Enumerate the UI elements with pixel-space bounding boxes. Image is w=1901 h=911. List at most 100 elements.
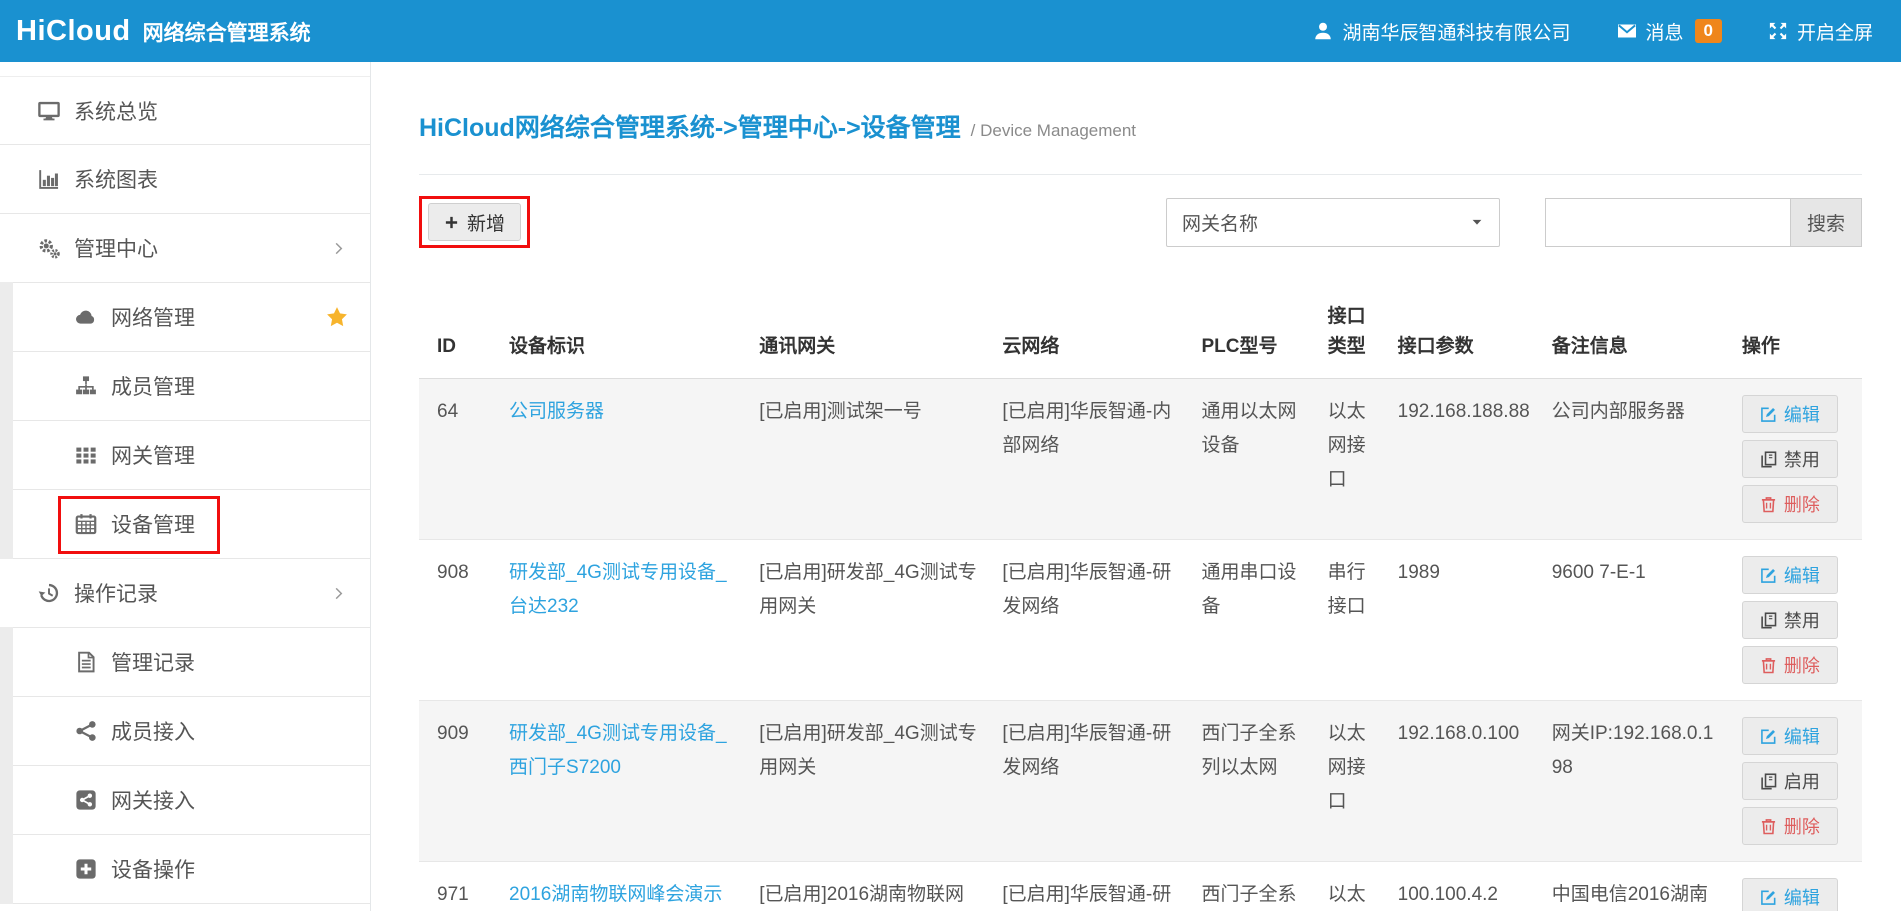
table-row: 908 研发部_4G测试专用设备_台达232 [已启用]研发部_4G测试专用网关… <box>419 540 1862 701</box>
brand-name: HiCloud <box>16 15 131 48</box>
sidebar-item-operation-records[interactable]: 操作记录 <box>0 559 370 628</box>
edit-icon <box>1760 728 1777 745</box>
add-button[interactable]: 新增 <box>428 203 521 241</box>
edit-button[interactable]: 编辑 <box>1742 717 1838 755</box>
calendar-icon <box>75 513 97 535</box>
fullscreen-toggle[interactable]: 开启全屏 <box>1768 18 1873 45</box>
sidebar-item-network-management[interactable]: 网络管理 <box>13 283 370 352</box>
envelope-icon <box>1617 21 1637 41</box>
column-header-remark: 备注信息 <box>1542 284 1732 379</box>
filter-field-select[interactable]: 网关名称 <box>1166 198 1500 247</box>
device-table: ID 设备标识 通讯网关 云网络 PLC型号 接口类型 接口参数 备注信息 操作… <box>419 284 1862 911</box>
company-name: 湖南华辰智通科技有限公司 <box>1342 18 1570 45</box>
messages-label: 消息 <box>1646 18 1684 45</box>
messages-menu[interactable]: 消息 0 <box>1617 18 1722 45</box>
desktop-icon <box>38 100 60 122</box>
device-link[interactable]: 研发部_4G测试专用设备_西门子S7200 <box>509 723 726 778</box>
edit-button[interactable]: 编辑 <box>1742 395 1838 433</box>
account-menu[interactable]: 湖南华辰智通科技有限公司 <box>1313 18 1570 45</box>
cell-remark: 网关IP:192.168.0.198 <box>1542 701 1732 862</box>
file-text-icon <box>75 651 97 673</box>
column-header-iface-params: 接口参数 <box>1388 284 1542 379</box>
cell-iface-params: 192.168.188.88 <box>1388 379 1542 540</box>
cell-id: 971 <box>419 862 499 911</box>
cell-iface-type: 以太网接口 <box>1318 862 1388 911</box>
column-header-actions: 操作 <box>1732 284 1862 379</box>
fullscreen-icon <box>1768 21 1788 41</box>
device-link[interactable]: 研发部_4G测试专用设备_台达232 <box>509 562 726 617</box>
sidebar-item-gateway-access[interactable]: 网关接入 <box>13 766 370 835</box>
plus-icon <box>444 215 459 230</box>
device-link[interactable]: 2016湖南物联网峰会演示箱 <box>509 884 722 911</box>
cell-id: 64 <box>419 379 499 540</box>
chevron-right-icon <box>331 241 346 256</box>
share-icon <box>75 720 97 742</box>
topbar: HiCloud 网络综合管理系统 湖南华辰智通科技有限公司 消息 0 开启全屏 <box>0 0 1901 62</box>
disable-button[interactable]: 禁用 <box>1742 440 1838 478</box>
brand-suffix: 网络综合管理系统 <box>143 17 311 47</box>
cell-network: [已启用]华辰智通-内部网络 <box>992 379 1191 540</box>
trash-icon <box>1760 657 1777 674</box>
column-header-network: 云网络 <box>992 284 1191 379</box>
plus-square-icon <box>75 858 97 880</box>
cell-plc: 通用以太网设备 <box>1192 379 1318 540</box>
sidebar-item-system-charts[interactable]: 系统图表 <box>0 145 370 214</box>
search-input[interactable] <box>1545 198 1790 247</box>
cell-plc: 西门子全系列以太网 <box>1192 701 1318 862</box>
cell-plc: 西门子全系列以太网 <box>1192 862 1318 911</box>
edit-button[interactable]: 编辑 <box>1742 556 1838 594</box>
cell-iface-type: 以太网接口 <box>1318 701 1388 862</box>
cell-remark: 公司内部服务器 <box>1542 379 1732 540</box>
cloud-icon <box>75 306 97 328</box>
gears-icon <box>38 237 60 259</box>
cell-gateway: [已启用]研发部_4G测试专用网关 <box>749 540 992 701</box>
cell-iface-params: 100.100.4.2 <box>1388 862 1542 911</box>
sidebar-item-device-operations[interactable]: 设备操作 <box>13 835 370 904</box>
page-title: HiCloud网络综合管理系统->管理中心->设备管理 <box>419 108 961 144</box>
sidebar: 系统总览 系统图表 管理中心 网络管理 成员管理 网关管理 设备管理 <box>0 62 371 911</box>
cell-id: 909 <box>419 701 499 862</box>
column-header-device: 设备标识 <box>499 284 749 379</box>
messages-count-badge: 0 <box>1695 19 1722 43</box>
sidebar-item-device-management[interactable]: 设备管理 <box>13 490 370 559</box>
user-icon <box>1313 21 1333 41</box>
column-header-gateway: 通讯网关 <box>749 284 992 379</box>
sidebar-item-system-overview[interactable]: 系统总览 <box>0 76 370 145</box>
bar-chart-icon <box>38 168 60 190</box>
delete-button[interactable]: 删除 <box>1742 646 1838 684</box>
edit-icon <box>1760 567 1777 584</box>
search-button[interactable]: 搜索 <box>1790 198 1862 247</box>
filter-selected-value: 网关名称 <box>1182 209 1258 236</box>
delete-button[interactable]: 删除 <box>1742 485 1838 523</box>
share-square-icon <box>75 789 97 811</box>
clone-icon <box>1760 451 1777 468</box>
trash-icon <box>1760 496 1777 513</box>
cell-remark: 中国电信2016湖南物联网峰会 <box>1542 862 1732 911</box>
clone-icon <box>1760 773 1777 790</box>
sidebar-item-management-center[interactable]: 管理中心 <box>0 214 370 283</box>
table-row: 909 研发部_4G测试专用设备_西门子S7200 [已启用]研发部_4G测试专… <box>419 701 1862 862</box>
cell-remark: 9600 7-E-1 <box>1542 540 1732 701</box>
app-brand: HiCloud 网络综合管理系统 <box>0 15 311 48</box>
cell-iface-params: 1989 <box>1388 540 1542 701</box>
sidebar-item-management-records[interactable]: 管理记录 <box>13 628 370 697</box>
enable-button[interactable]: 启用 <box>1742 762 1838 800</box>
edit-button[interactable]: 编辑 <box>1742 878 1838 911</box>
breadcrumb: HiCloud网络综合管理系统->管理中心->设备管理 / Device Man… <box>419 62 1862 144</box>
column-header-plc: PLC型号 <box>1192 284 1318 379</box>
sidebar-item-member-management[interactable]: 成员管理 <box>13 352 370 421</box>
disable-button[interactable]: 禁用 <box>1742 601 1838 639</box>
edit-icon <box>1760 889 1777 906</box>
cell-iface-type: 串行接口 <box>1318 540 1388 701</box>
device-link[interactable]: 公司服务器 <box>509 401 604 422</box>
table-row: 64 公司服务器 [已启用]测试架一号 [已启用]华辰智通-内部网络 通用以太网… <box>419 379 1862 540</box>
sidebar-item-gateway-management[interactable]: 网关管理 <box>13 421 370 490</box>
edit-icon <box>1760 406 1777 423</box>
cell-iface-params: 192.168.0.100 <box>1388 701 1542 862</box>
delete-button[interactable]: 删除 <box>1742 807 1838 845</box>
cell-network: [已启用]华辰智通-研发网络 <box>992 540 1191 701</box>
trash-icon <box>1760 818 1777 835</box>
sidebar-item-member-access[interactable]: 成员接入 <box>13 697 370 766</box>
divider <box>419 174 1862 175</box>
cell-iface-type: 以太网接口 <box>1318 379 1388 540</box>
